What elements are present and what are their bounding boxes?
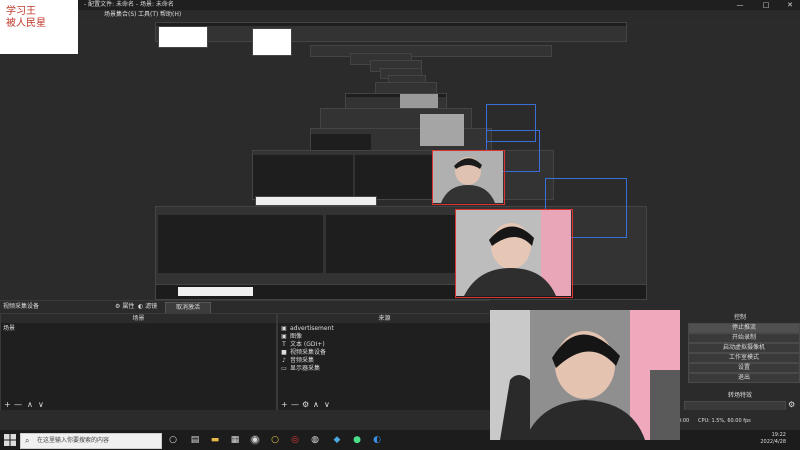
filters-button[interactable]: ◐ 滤镜 <box>138 302 157 312</box>
nested-logo-image <box>158 26 208 48</box>
scenes-panel: 场景 场景 + — ∧ ∨ <box>0 313 277 412</box>
remove-scene-button[interactable]: — <box>14 401 22 409</box>
search-icon: ⌕ <box>25 436 30 445</box>
selected-source-label: 视频采集设备 <box>3 303 40 310</box>
nested-logo-image <box>252 28 292 56</box>
sources-header: 来源 <box>278 314 491 323</box>
transition-header: 转场特效 <box>727 392 752 399</box>
source-item[interactable]: ■ 视频采集设备 <box>280 349 326 356</box>
menu-tools[interactable]: 工具(T) <box>138 10 158 19</box>
remove-source-button[interactable]: — <box>291 401 299 409</box>
source-item[interactable]: ▣ advertisement <box>280 325 334 332</box>
windows-start-icon[interactable] <box>4 434 16 446</box>
logo-image: 学习王 被人民星 <box>0 0 78 54</box>
logo-line2: 被人民星 <box>6 18 46 29</box>
filter-icon: ◐ <box>138 303 144 310</box>
move-up-icon[interactable]: ∧ <box>27 401 33 409</box>
search-placeholder: 在这里输入你要搜索的内容 <box>37 437 110 444</box>
menu-bar: 场景集合(S) 工具(T) 帮助(H) <box>0 10 800 19</box>
move-up-icon[interactable]: ∧ <box>313 401 319 409</box>
nested-window-layer <box>155 22 627 42</box>
task-view-icon[interactable]: ▤ <box>190 435 200 445</box>
source-item-label: 文本 (GDI+) <box>290 341 325 348</box>
source-toolbar: 视频采集设备 ⚙ 属性 ◐ 滤镜 取消激活 <box>0 300 490 314</box>
source-item-label: 视频采集设备 <box>290 349 327 356</box>
webcam-feed <box>490 310 680 440</box>
monitor-icon: ▭ <box>281 364 287 372</box>
browser-icon[interactable]: ○ <box>270 435 280 445</box>
image-icon: ▣ <box>281 332 287 340</box>
preview-canvas[interactable] <box>80 20 680 300</box>
studio-mode-button[interactable]: 工作室模式 <box>688 353 800 363</box>
move-down-icon[interactable]: ∨ <box>324 401 330 409</box>
scene-item[interactable]: 场景 <box>3 325 15 332</box>
nested-camera-feed <box>420 114 464 146</box>
virtual-camera-button[interactable]: 启动虚拟摄像机 <box>688 343 800 353</box>
sources-panel: 来源 ▣ advertisement ▣ 图像 T 文本 (GDI+) ■ 视频采集设备… <box>277 313 492 412</box>
text-icon: T <box>282 340 286 348</box>
maximize-button[interactable]: □ <box>756 0 776 10</box>
nested-taskbar <box>255 196 377 206</box>
controls-header: 控制 <box>680 313 800 322</box>
menu-scene-collection[interactable]: 场景集合(S) <box>104 10 137 19</box>
start-recording-button[interactable]: 开始录制 <box>688 333 800 343</box>
source-item-label: 音频采集 <box>290 357 315 364</box>
gear-icon[interactable]: ⚙ <box>788 401 795 409</box>
selection-box <box>455 209 573 298</box>
source-item-label: 图像 <box>290 333 303 340</box>
source-item[interactable]: ▭ 显示器采集 <box>280 365 320 372</box>
app-icon[interactable]: ◆ <box>332 435 342 445</box>
camera-icon: ■ <box>281 348 287 356</box>
system-clock[interactable]: 19:22 2022/4/28 <box>760 432 786 446</box>
settings-button[interactable]: 设置 <box>688 363 800 373</box>
source-item[interactable]: ♪ 音频采集 <box>280 357 314 364</box>
minimize-button[interactable]: — <box>730 0 750 10</box>
source-item[interactable]: ▣ 图像 <box>280 333 302 340</box>
status-bar: 0:00 CPU: 1.5%, 60.00 fps <box>0 410 800 430</box>
add-source-button[interactable]: + <box>281 401 288 409</box>
webcam-scene <box>490 310 680 440</box>
taskbar-search-input[interactable]: ⌕ 在这里输入你要搜索的内容 <box>20 433 162 449</box>
clock-date: 2022/4/28 <box>760 439 786 445</box>
menu-help[interactable]: 帮助(H) <box>160 10 181 19</box>
gear-icon: ⚙ <box>115 303 121 310</box>
nested-window-layer <box>310 45 552 57</box>
file-explorer-icon[interactable]: ▬ <box>210 435 220 445</box>
obs-icon[interactable]: ◉ <box>250 435 260 445</box>
source-item-label: 显示器采集 <box>290 365 321 372</box>
clock-time: 19:22 <box>771 432 786 438</box>
source-item[interactable]: T 文本 (GDI+) <box>280 341 325 348</box>
taskbar: ⌕ 在这里输入你要搜索的内容 ○ ▤ ▬ ▦ ◉ ○ ◎ ◍ ◆ ● ◐ 19:… <box>0 430 800 450</box>
nested-camera-feed <box>400 94 438 108</box>
source-item-label: advertisement <box>290 325 334 332</box>
transition-panel: 转场特效 ⚙ <box>680 390 800 412</box>
netease-music-icon[interactable]: ◎ <box>290 435 300 445</box>
window-title: - 配置文件: 未命名 - 场景: 未命名 <box>84 1 174 8</box>
filters-label: 滤镜 <box>145 303 158 310</box>
exit-button[interactable]: 退出 <box>688 373 800 383</box>
logo-line1: 学习王 <box>6 6 36 17</box>
add-scene-button[interactable]: + <box>4 401 11 409</box>
nested-taskbar <box>155 284 647 300</box>
edge-icon[interactable]: ◐ <box>372 435 382 445</box>
steam-icon[interactable]: ◍ <box>310 435 320 445</box>
audio-icon: ♪ <box>282 356 286 364</box>
selection-box <box>432 150 505 205</box>
stop-streaming-button[interactable]: 停止推流 <box>688 323 800 333</box>
scenes-header: 场景 <box>1 314 276 323</box>
app-icon[interactable]: ● <box>352 435 362 445</box>
source-settings-icon[interactable]: ⚙ <box>302 401 309 409</box>
image-icon: ▣ <box>281 324 287 332</box>
app-icon[interactable]: ▦ <box>230 435 240 445</box>
cortana-icon[interactable]: ○ <box>168 435 178 445</box>
title-bar: - 配置文件: 未命名 - 场景: 未命名 — □ ✕ <box>0 0 800 10</box>
close-button[interactable]: ✕ <box>780 0 800 10</box>
nested-window-layer <box>310 128 492 152</box>
properties-label: 属性 <box>122 303 135 310</box>
move-down-icon[interactable]: ∨ <box>38 401 44 409</box>
properties-button[interactable]: ⚙ 属性 <box>115 302 134 312</box>
cpu-fps-readout: CPU: 1.5%, 60.00 fps <box>698 418 751 424</box>
